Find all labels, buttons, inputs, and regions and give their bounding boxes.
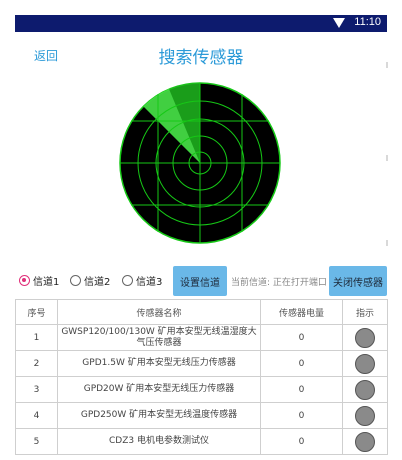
sensor-name: GPD1.5W 矿用本安型无线压力传感器 [57, 350, 261, 377]
channel-controls: 信道1 信道2 信道3 设置信道 当前信道: 正在打开端口 关闭传感器 [15, 264, 387, 298]
row-index: 5 [15, 428, 58, 455]
scroll-marker [386, 155, 388, 161]
sensor-battery: 0 [260, 402, 343, 429]
sensor-name: GPD20W 矿用本安型无线压力传感器 [57, 376, 261, 403]
table-row[interactable]: 2 GPD1.5W 矿用本安型无线压力传感器 0 [15, 350, 388, 377]
table-row[interactable]: 3 GPD20W 矿用本安型无线压力传感器 0 [15, 376, 388, 403]
indicator-light-icon [355, 431, 375, 452]
table-row[interactable]: 5 CDZ3 电机电参数测试仪 0 [15, 428, 388, 455]
indicator-light-icon [355, 379, 375, 400]
channel-1-radio[interactable]: 信道1 [19, 273, 59, 288]
column-header-indicator: 指示 [342, 299, 388, 325]
indicator-cell [342, 428, 388, 455]
radio-unselected-icon [70, 275, 81, 286]
status-bar: 11:10 [15, 15, 387, 32]
indicator-cell [342, 376, 388, 403]
sensor-name: GWSP120/100/130W 矿用本安型无线温湿度大气压传感器 [57, 324, 261, 351]
column-header-index: 序号 [15, 299, 58, 325]
current-channel-label: 当前信道: [231, 278, 271, 288]
sensor-name: CDZ3 电机电参数测试仪 [57, 428, 261, 455]
sensor-battery: 0 [260, 376, 343, 403]
indicator-cell [342, 324, 388, 351]
row-index: 3 [15, 376, 58, 403]
radio-selected-icon [19, 275, 30, 286]
scroll-marker [386, 62, 388, 68]
sensor-battery: 0 [260, 350, 343, 377]
channel-3-label: 信道3 [136, 277, 163, 288]
channel-2-label: 信道2 [84, 277, 111, 288]
scroll-marker [386, 240, 388, 246]
indicator-cell [342, 350, 388, 377]
indicator-light-icon [355, 327, 375, 348]
current-channel-status: 当前信道: 正在打开端口 [231, 275, 327, 288]
sensor-name: GPD250W 矿用本安型无线温度传感器 [57, 402, 261, 429]
status-time: 11:10 [354, 16, 381, 28]
column-header-battery: 传感器电量 [260, 299, 343, 325]
channel-3-radio[interactable]: 信道3 [122, 273, 162, 288]
wifi-icon [333, 18, 345, 28]
indicator-light-icon [355, 405, 375, 426]
sensor-table: 序号 传感器名称 传感器电量 指示 1 GWSP120/100/130W 矿用本… [15, 299, 388, 455]
table-row[interactable]: 1 GWSP120/100/130W 矿用本安型无线温湿度大气压传感器 0 [15, 324, 388, 351]
column-header-name: 传感器名称 [57, 299, 261, 325]
indicator-light-icon [355, 353, 375, 374]
row-index: 2 [15, 350, 58, 377]
sensor-battery: 0 [260, 324, 343, 351]
port-status: 正在打开端口 [272, 278, 327, 288]
page-title: 搜索传感器 [158, 48, 244, 68]
radio-unselected-icon [122, 275, 133, 286]
close-sensor-button[interactable]: 关闭传感器 [329, 266, 387, 296]
row-index: 4 [15, 402, 58, 429]
indicator-cell [342, 402, 388, 429]
sensor-battery: 0 [260, 428, 343, 455]
table-header-row: 序号 传感器名称 传感器电量 指示 [15, 299, 388, 325]
radar-display [119, 82, 281, 244]
table-row[interactable]: 4 GPD250W 矿用本安型无线温度传感器 0 [15, 402, 388, 429]
row-index: 1 [15, 324, 58, 351]
channel-1-label: 信道1 [33, 277, 60, 288]
channel-2-radio[interactable]: 信道2 [70, 273, 110, 288]
set-channel-button[interactable]: 设置信道 [173, 266, 227, 296]
